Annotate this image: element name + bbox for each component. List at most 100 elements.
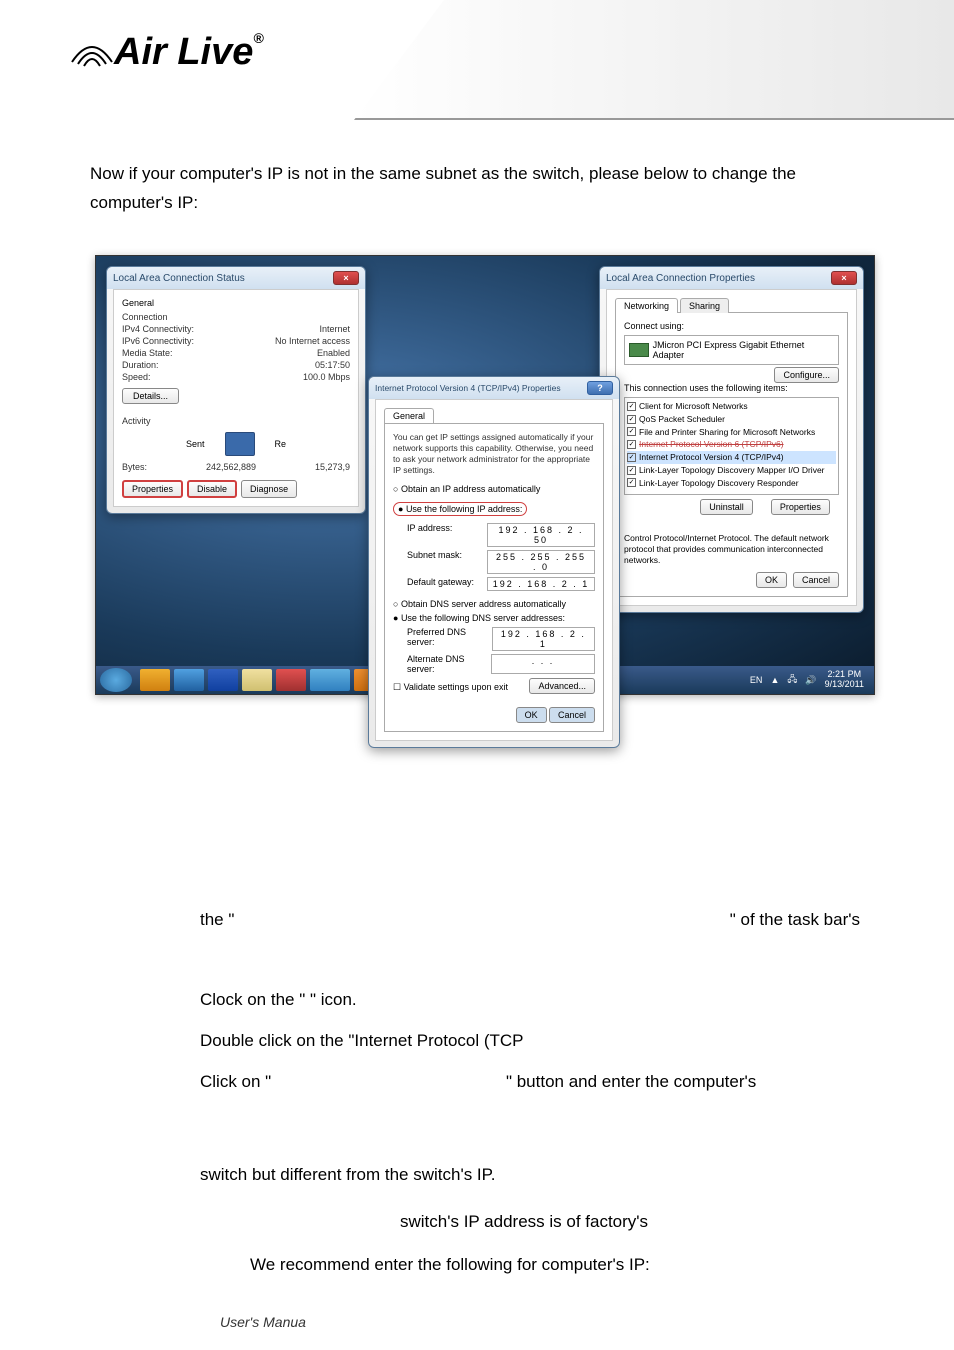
tray-volume-icon[interactable]: 🔊: [805, 675, 816, 686]
checkbox-icon[interactable]: ✓: [627, 478, 636, 487]
media-row: Media State:Enabled: [122, 348, 350, 358]
close-icon[interactable]: ?: [587, 381, 613, 395]
properties-button[interactable]: Properties: [771, 499, 830, 515]
checkbox-icon[interactable]: ✓: [627, 453, 636, 462]
cancel-button[interactable]: Cancel: [793, 572, 839, 588]
bytes-label: Bytes:: [122, 462, 147, 472]
disable-button[interactable]: Disable: [187, 480, 237, 498]
status-body: General Connection IPv4 Connectivity:Int…: [113, 289, 359, 507]
protocol-list[interactable]: ✓Client for Microsoft Networks ✓QoS Pack…: [624, 397, 839, 495]
speed-row: Speed:100.0 Mbps: [122, 372, 350, 382]
list-item: ✓Link-Layer Topology Discovery Mapper I/…: [627, 464, 836, 477]
alt-dns-row: Alternate DNS server:. . .: [407, 654, 595, 674]
checkbox-icon[interactable]: ✓: [627, 427, 636, 436]
subnet-label: Subnet mask:: [407, 550, 462, 574]
validate-label: Validate settings upon exit: [404, 682, 508, 692]
radio-use-dns-label: Use the following DNS server addresses:: [401, 613, 565, 623]
nic-icon: [629, 343, 649, 357]
subnet-input[interactable]: 255 . 255 . 255 . 0: [487, 550, 595, 574]
ok-button[interactable]: OK: [516, 707, 547, 723]
system-tray[interactable]: EN ▲ 🖧 🔊 2:21 PM 9/13/2011: [750, 670, 870, 690]
radio-obtain-dns[interactable]: ○ Obtain DNS server address automaticall…: [393, 599, 595, 609]
radio-obtain-ip[interactable]: ○ Obtain an IP address automatically: [393, 484, 595, 494]
ipv4-description: You can get IP settings assigned automat…: [393, 432, 595, 476]
bytes-recv: 15,273,9: [315, 462, 350, 472]
activity-group: Activity Sent Re Bytes: 242,562,889 15,2…: [122, 416, 350, 472]
taskbar-icon[interactable]: [242, 669, 272, 691]
configure-button[interactable]: Configure...: [774, 367, 839, 383]
list-item: ✓Internet Protocol Version 4 (TCP/IPv4): [627, 451, 836, 464]
details-button[interactable]: Details...: [122, 388, 179, 404]
taskbar-icon[interactable]: [276, 669, 306, 691]
pref-dns-input[interactable]: 192 . 168 . 2 . 1: [492, 627, 595, 651]
close-icon[interactable]: ×: [831, 271, 857, 285]
tab-sharing[interactable]: Sharing: [680, 298, 729, 313]
status-titlebar[interactable]: Local Area Connection Status ×: [107, 267, 365, 289]
ipv6-row: IPv6 Connectivity: No Internet access: [122, 336, 350, 346]
checkbox-icon[interactable]: ✓: [627, 415, 636, 424]
validate-checkbox-row[interactable]: ☐ Validate settings upon exit Advanced..…: [393, 682, 595, 693]
gateway-input[interactable]: 192 . 168 . 2 . 1: [487, 577, 595, 591]
ipv4-general-tab[interactable]: General: [384, 408, 434, 423]
ipv6-value: No Internet access: [275, 336, 350, 346]
body-line-1: the " " of the task bar's: [200, 900, 860, 941]
alt-dns-label: Alternate DNS server:: [407, 654, 491, 674]
properties-button[interactable]: Properties: [122, 480, 183, 498]
radio-obtain-dns-label: Obtain DNS server address automatically: [401, 599, 566, 609]
tray-network-icon[interactable]: 🖧: [787, 672, 797, 688]
ipv4-titlebar[interactable]: Internet Protocol Version 4 (TCP/IPv4) P…: [369, 377, 619, 399]
duration-label: Duration:: [122, 360, 159, 370]
radio-use-ip[interactable]: ● Use the following IP address:: [393, 502, 527, 516]
diagnose-button[interactable]: Diagnose: [241, 480, 297, 498]
tray-flag-icon[interactable]: ▲: [770, 675, 779, 685]
taskbar-icon[interactable]: [140, 669, 170, 691]
gateway-label: Default gateway:: [407, 577, 474, 591]
ipv6-label: IPv6 Connectivity:: [122, 336, 194, 346]
body-line-4: Click on " " button and enter the comput…: [200, 1062, 860, 1103]
taskbar-icon[interactable]: [310, 669, 350, 691]
tab-networking[interactable]: Networking: [615, 298, 678, 313]
checkbox-icon[interactable]: ✓: [627, 440, 636, 449]
ipv4-properties-window: Internet Protocol Version 4 (TCP/IPv4) P…: [368, 376, 620, 748]
airlive-logo: Air Live®: [70, 30, 264, 74]
props-button-row: Install... Uninstall Properties: [624, 499, 839, 515]
body-fragment: " of the task bar's: [730, 900, 860, 941]
list-item-label: Link-Layer Topology Discovery Responder: [639, 477, 799, 490]
alt-dns-input[interactable]: . . .: [491, 654, 595, 674]
body-fragment: Clock on the " " icon.: [200, 980, 860, 1021]
ok-button[interactable]: OK: [756, 572, 787, 588]
recv-label: Re: [275, 439, 287, 449]
taskbar-icon[interactable]: [174, 669, 204, 691]
bytes-row: Bytes: 242,562,889 15,273,9: [122, 462, 350, 472]
pref-dns-row: Preferred DNS server:192 . 168 . 2 . 1: [407, 627, 595, 651]
start-button[interactable]: [100, 668, 132, 692]
list-item: ✓File and Printer Sharing for Microsoft …: [627, 426, 836, 439]
cancel-button[interactable]: Cancel: [549, 707, 595, 723]
status-general-tab[interactable]: General: [122, 298, 350, 308]
list-item: ✓Internet Protocol Version 6 (TCP/IPv6): [627, 438, 836, 451]
clock[interactable]: 2:21 PM 9/13/2011: [825, 670, 864, 690]
props-titlebar[interactable]: Local Area Connection Properties ×: [600, 267, 863, 289]
radio-use-dns[interactable]: ● Use the following DNS server addresses…: [393, 613, 595, 623]
gateway-row: Default gateway: 192 . 168 . 2 . 1: [407, 577, 595, 591]
checkbox-icon[interactable]: ✓: [627, 402, 636, 411]
radio-use-ip-label: Use the following IP address:: [406, 504, 522, 514]
media-value: Enabled: [317, 348, 350, 358]
ip-address-input[interactable]: 192 . 168 . 2 . 50: [487, 523, 595, 547]
props-okcancel: OK Cancel: [624, 572, 839, 588]
body-fragment: Click on ": [200, 1072, 271, 1091]
status-title: Local Area Connection Status: [113, 273, 245, 284]
list-item: ✓Link-Layer Topology Discovery Responder: [627, 477, 836, 490]
body-fragment: " button and enter the computer's: [506, 1072, 756, 1091]
lang-indicator[interactable]: EN: [750, 675, 763, 685]
logo-area: Air Live®: [70, 30, 264, 74]
advanced-button[interactable]: Advanced...: [529, 678, 595, 694]
ipv4-body: General You can get IP settings assigned…: [375, 399, 613, 741]
list-item-label: Internet Protocol Version 4 (TCP/IPv4): [639, 451, 784, 464]
taskbar-icon[interactable]: [208, 669, 238, 691]
close-icon[interactable]: ×: [333, 271, 359, 285]
clock-date: 9/13/2011: [825, 680, 864, 690]
checkbox-icon[interactable]: ✓: [627, 466, 636, 475]
uninstall-button[interactable]: Uninstall: [700, 499, 753, 515]
ipv4-title: Internet Protocol Version 4 (TCP/IPv4) P…: [375, 383, 561, 393]
